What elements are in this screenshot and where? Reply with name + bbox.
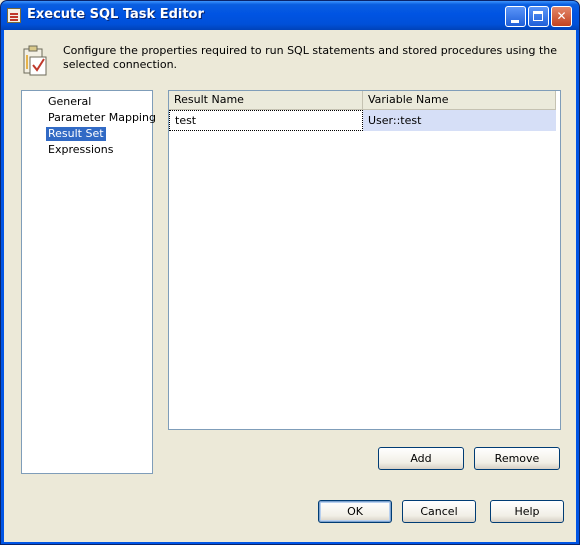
variable-name-cell[interactable]: User::test <box>363 110 556 131</box>
result-name-cell[interactable]: test <box>169 110 363 131</box>
table-row[interactable]: test User::test <box>169 110 556 131</box>
nav-item-expressions[interactable]: Expressions <box>46 143 115 157</box>
dialog-window: Execute SQL Task Editor ✕ Configure the … <box>0 0 580 545</box>
minimize-icon <box>511 20 519 23</box>
page-navigation: General Parameter Mapping Result Set Exp… <box>21 90 156 474</box>
column-header-variable-name[interactable]: Variable Name <box>363 91 556 109</box>
close-button[interactable]: ✕ <box>551 6 572 27</box>
result-set-grid[interactable]: Result Name Variable Name test User::tes… <box>168 90 561 430</box>
grid-header: Result Name Variable Name <box>169 91 556 110</box>
sql-task-icon <box>7 8 21 23</box>
dialog-client-area: Configure the properties required to run… <box>4 30 576 542</box>
remove-button[interactable]: Remove <box>474 447 560 470</box>
task-properties-icon <box>23 45 47 76</box>
window-title: Execute SQL Task Editor <box>27 7 204 22</box>
column-header-result-name[interactable]: Result Name <box>169 91 363 109</box>
nav-item-parameter-mapping[interactable]: Parameter Mapping <box>46 111 158 125</box>
nav-item-result-set[interactable]: Result Set <box>46 127 106 141</box>
maximize-button[interactable] <box>528 6 549 27</box>
maximize-icon <box>533 11 543 21</box>
ok-button[interactable]: OK <box>318 500 392 523</box>
help-button[interactable]: Help <box>490 500 564 523</box>
header-description: Configure the properties required to run… <box>63 44 557 71</box>
add-button[interactable]: Add <box>378 447 464 470</box>
title-bar[interactable]: Execute SQL Task Editor ✕ <box>1 1 579 30</box>
minimize-button[interactable] <box>505 6 526 27</box>
nav-item-general[interactable]: General <box>46 95 93 109</box>
close-icon: ✕ <box>556 9 567 23</box>
cancel-button[interactable]: Cancel <box>402 500 476 523</box>
